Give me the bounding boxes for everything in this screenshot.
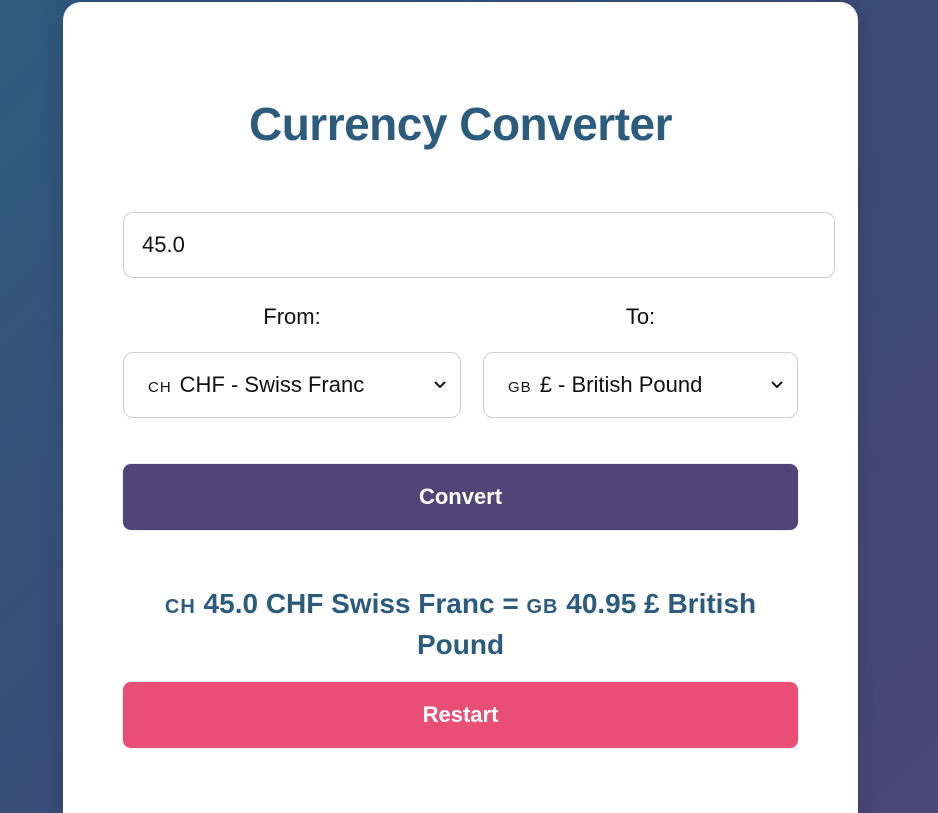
chevron-down-icon	[434, 381, 446, 388]
convert-button[interactable]: Convert	[123, 464, 798, 530]
result-to-flag-icon: GB	[526, 596, 559, 618]
chevron-down-icon	[771, 381, 783, 388]
page-title: Currency Converter	[248, 98, 673, 150]
result-from-text: 45.0 CHF Swiss Franc =	[203, 588, 527, 619]
from-flag-icon: CH	[148, 378, 172, 396]
to-flag-icon: GB	[508, 378, 532, 396]
amount-input[interactable]	[123, 212, 835, 278]
to-label: To:	[625, 304, 656, 329]
converter-card: Currency Converter From: To: CH CHF - Sw…	[63, 2, 858, 813]
restart-button[interactable]: Restart	[123, 682, 798, 748]
result-from-flag-icon: CH	[164, 596, 196, 618]
from-currency-value: CHF - Swiss Franc	[179, 372, 365, 397]
from-currency-select[interactable]: CH CHF - Swiss Franc	[123, 352, 461, 418]
to-currency-value: £ - British Pound	[539, 372, 703, 397]
from-label: From:	[263, 304, 321, 329]
to-currency-select[interactable]: GB £ - British Pound	[483, 352, 798, 418]
conversion-result: CH 45.0 CHF Swiss Franc = GB 40.95 £ Bri…	[123, 585, 798, 663]
